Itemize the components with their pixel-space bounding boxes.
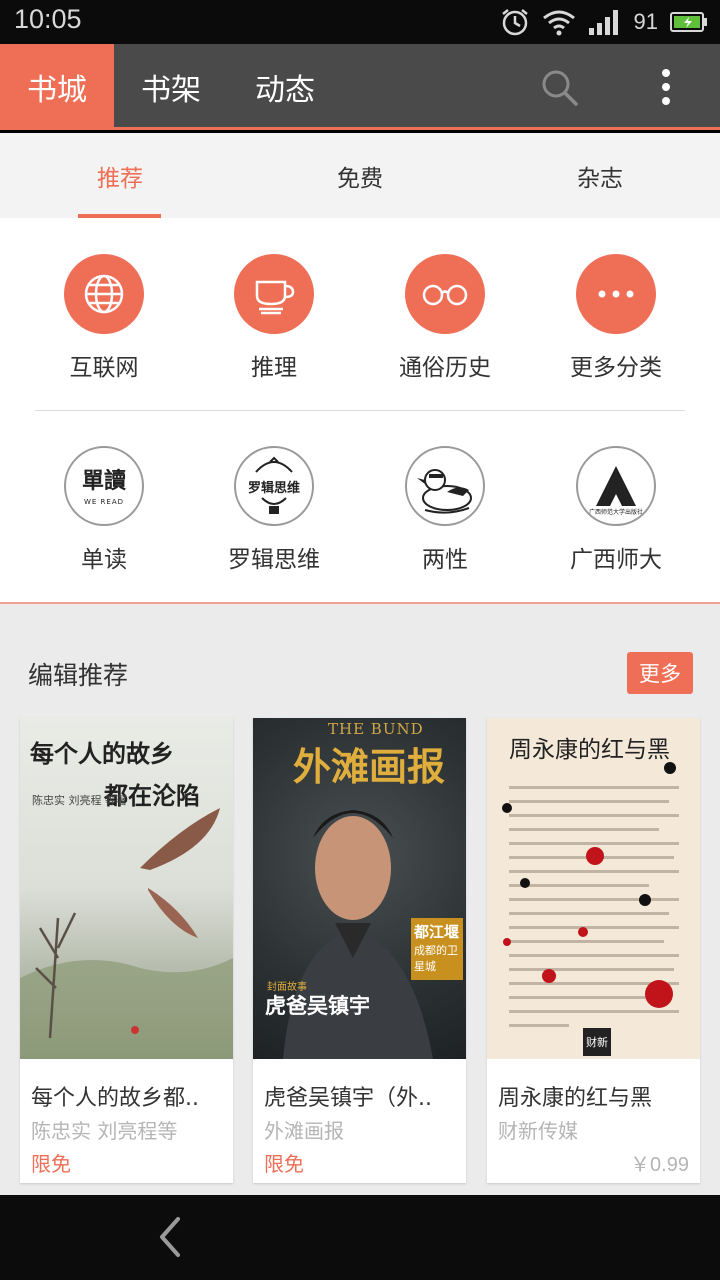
more-button[interactable]: 更多 <box>627 652 693 694</box>
tab-activity[interactable]: 动态 <box>228 44 342 130</box>
status-icons: 91 <box>500 6 708 38</box>
book-card[interactable]: 周永康的红与黑 财新 周永康的红与黑 财新传媒 ￥0.99 <box>487 718 700 1183</box>
publisher-label: 广西师大 <box>570 547 662 573</box>
signal-icon <box>588 10 618 35</box>
cover-feature-box: 都江堰 成都的卫星城 <box>411 918 463 980</box>
book-author: 财新传媒 <box>498 1119 578 1143</box>
sub-tabs: 推荐 免费 杂志 <box>0 133 720 218</box>
search-icon[interactable] <box>538 66 582 110</box>
category-label: 通俗历史 <box>399 355 491 381</box>
status-bar: 10:05 91 <box>0 0 720 44</box>
free-limited-badge: 限免 <box>264 1152 304 1176</box>
battery-level: 91 <box>633 9 658 34</box>
triangle-logo: 广西师范大学出版社 <box>589 466 643 516</box>
book-card[interactable]: 每个人的故乡 都在沦陷 陈忠实 刘亮程 等著 每个人的故乡都.. 陈忠实 刘亮程… <box>20 718 233 1183</box>
category-internet[interactable]: 互联网 <box>19 254 189 382</box>
logo-text: 罗辑思维 <box>248 480 300 496</box>
feather-illustration <box>20 808 233 1059</box>
tab-recommended[interactable]: 推荐 <box>40 133 200 218</box>
lightbulb-logo: 罗辑思维 <box>248 456 300 514</box>
tab-bookshelf[interactable]: 书架 <box>114 44 228 130</box>
category-panel: 互联网 推理 通俗历史 更多分类 單讀 WE READ 单读 罗辑思维 罗辑思维… <box>0 218 720 604</box>
publisher-luoji[interactable]: 罗辑思维 罗辑思维 <box>189 446 359 574</box>
more-vertical-icon[interactable] <box>650 66 682 110</box>
category-more[interactable]: 更多分类 <box>531 254 701 382</box>
cover-box-title: 都江堰 <box>414 923 460 941</box>
book-author: 外滩画报 <box>264 1119 344 1143</box>
book-title: 虎爸吴镇宇（外.. <box>264 1086 432 1111</box>
battery-icon <box>670 12 707 32</box>
divider <box>35 410 685 411</box>
cover-box-subtitle: 成都的卫星城 <box>414 944 458 973</box>
book-card[interactable]: THE BUND 外滩画报 都江堰 成都的卫星城 封面故事 虎爸吴镇宇 虎爸吴镇… <box>253 718 466 1183</box>
status-time: 10:05 <box>14 4 82 34</box>
logo-text: 广西师范大学出版社 <box>589 508 643 516</box>
ellipsis-icon <box>598 290 634 298</box>
cover-headline: 虎爸吴镇宇 <box>265 994 370 1018</box>
alarm-icon <box>501 9 528 36</box>
glasses-icon <box>422 284 468 306</box>
coffee-cup-icon <box>255 280 295 315</box>
bottom-nav-bar <box>0 1195 720 1280</box>
publisher-liangxing[interactable]: 两性 <box>360 446 530 574</box>
wifi-icon <box>542 10 575 36</box>
cover-title: 外滩画报 <box>293 744 446 789</box>
category-label: 互联网 <box>69 355 139 381</box>
free-limited-badge: 限免 <box>31 1152 71 1176</box>
book-title: 周永康的红与黑 <box>498 1086 653 1111</box>
logo-subtext: WE READ <box>84 498 124 506</box>
book-cover[interactable]: 每个人的故乡 都在沦陷 陈忠实 刘亮程 等著 <box>20 718 233 1059</box>
we-read-logo: 單讀 WE READ <box>82 468 126 506</box>
editor-picks-section: 编辑推荐 更多 每个人的故乡 都在沦陷 陈忠实 刘亮程 等著 每个人的故乡都..… <box>0 604 720 1195</box>
category-label: 更多分类 <box>570 355 662 381</box>
category-popular-history[interactable]: 通俗历史 <box>360 254 530 382</box>
book-title: 每个人的故乡都.. <box>31 1086 199 1111</box>
cover-logo: 财新 <box>583 1028 611 1056</box>
tab-bookstore[interactable]: 书城 <box>0 44 114 130</box>
category-label: 推理 <box>251 355 297 381</box>
publisher-label: 罗辑思维 <box>228 547 320 573</box>
publisher-label: 两性 <box>422 547 468 573</box>
category-mystery[interactable]: 推理 <box>189 254 359 382</box>
book-cover[interactable]: 周永康的红与黑 财新 <box>487 718 700 1059</box>
publisher-danDu[interactable]: 單讀 WE READ 单读 <box>19 446 189 574</box>
publisher-label: 单读 <box>81 547 127 573</box>
cover-texture <box>502 762 679 1027</box>
top-nav: 书城 书架 动态 <box>0 44 720 130</box>
book-cover[interactable]: THE BUND 外滩画报 都江堰 成都的卫星城 封面故事 虎爸吴镇宇 <box>253 718 466 1059</box>
back-icon[interactable] <box>150 1215 190 1259</box>
logo-text: 單讀 <box>82 468 126 494</box>
tab-free[interactable]: 免费 <box>280 133 440 218</box>
section-title: 编辑推荐 <box>28 661 129 690</box>
duck-logo <box>417 469 472 514</box>
globe-icon <box>84 274 124 314</box>
book-author: 陈忠实 刘亮程等 <box>31 1119 178 1143</box>
tab-magazines[interactable]: 杂志 <box>520 133 680 218</box>
book-price: ￥0.99 <box>630 1154 689 1176</box>
publisher-guangxi-normal[interactable]: 广西师范大学出版社 广西师大 <box>531 446 701 574</box>
